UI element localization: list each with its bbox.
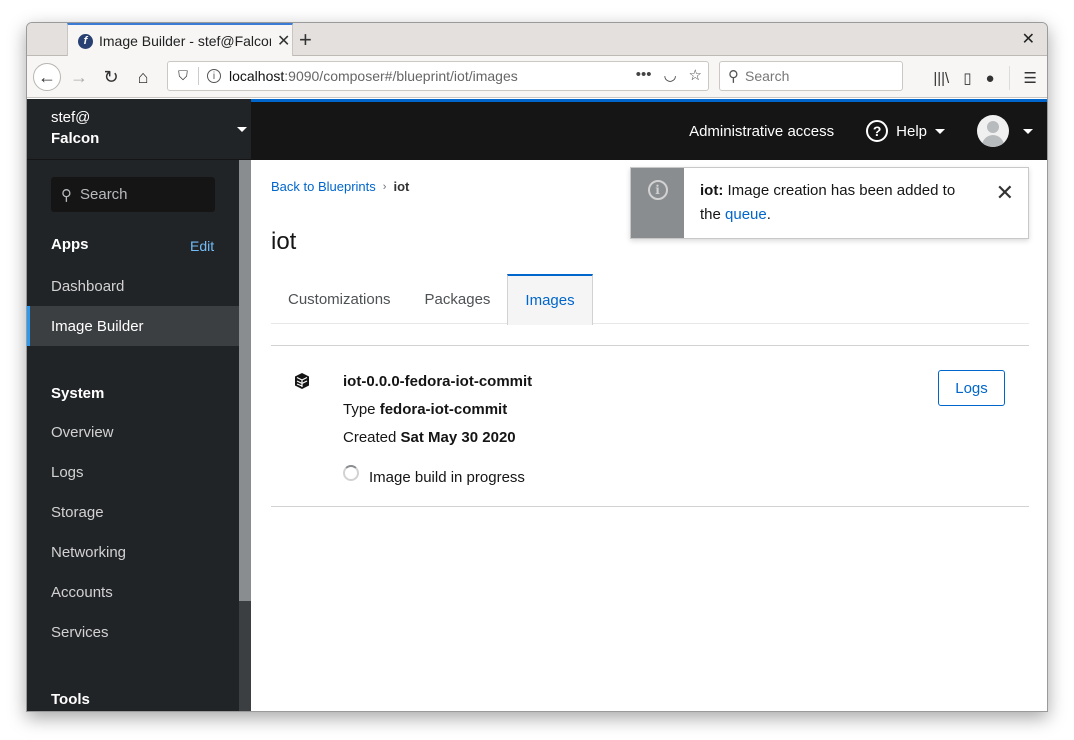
masthead: Administrative access ? Help	[251, 102, 1047, 160]
toast-suffix: .	[766, 206, 771, 223]
breadcrumb: Back to Blueprints › iot	[271, 179, 409, 194]
browser-search-input[interactable]: ⚲ Search	[719, 61, 903, 91]
toast-close-button[interactable]: ✕	[996, 180, 1014, 206]
toast-prefix: iot:	[700, 182, 724, 199]
page-title: iot	[271, 228, 297, 255]
blueprint-tabs: Customizations Packages Images	[271, 274, 1029, 325]
browser-tab[interactable]: f Image Builder - stef@Falcon ✕	[67, 23, 293, 57]
image-type-value: fedora-iot-commit	[379, 401, 508, 418]
url-host: localhost	[229, 68, 285, 84]
sidebar: ⚲ Search Apps Edit Dashboard Image Build…	[27, 160, 239, 711]
url-path: :9090/composer#/blueprint/iot/images	[284, 68, 518, 84]
logs-button[interactable]: Logs	[938, 370, 1005, 406]
sidebar-item-logs[interactable]: Logs	[27, 452, 239, 492]
site-info-icon[interactable]: i	[207, 69, 221, 83]
edit-apps-link[interactable]: Edit	[190, 238, 214, 254]
tools-heading: Tools	[51, 691, 90, 708]
tab-packages[interactable]: Packages	[408, 274, 508, 324]
sidebar-item-image-builder[interactable]: Image Builder	[27, 306, 239, 346]
apps-heading: Apps	[51, 236, 89, 253]
sidebar-scrollbar[interactable]	[239, 160, 251, 711]
library-icon[interactable]: |||\	[933, 70, 949, 87]
sidebar-item-storage[interactable]: Storage	[27, 492, 239, 532]
info-toast: i iot: Image creation has been added to …	[630, 167, 1029, 239]
build-status: Image build in progress	[369, 469, 525, 486]
sidebar-item-networking[interactable]: Networking	[27, 532, 239, 572]
tracking-shield-icon[interactable]: ⛉	[176, 68, 190, 84]
tab-title: Image Builder - stef@Falcon	[99, 33, 271, 49]
image-cube-icon	[295, 373, 309, 389]
browser-window: f Image Builder - stef@Falcon ✕ + ✕ ← → …	[26, 22, 1048, 712]
back-button[interactable]: ←	[33, 63, 61, 91]
administrative-access-button[interactable]: Administrative access	[689, 123, 834, 140]
image-type-label: Type	[343, 401, 376, 418]
image-type: Type fedora-iot-commit	[343, 401, 507, 418]
toast-message: iot: Image creation has been added to th…	[684, 168, 974, 238]
host-user: stef@	[51, 109, 91, 126]
image-created-label: Created	[343, 429, 397, 446]
reload-button[interactable]: ↻	[97, 63, 125, 91]
new-tab-button[interactable]: +	[299, 27, 312, 53]
account-icon[interactable]: ●	[985, 70, 994, 87]
toolbar-divider	[1008, 66, 1010, 90]
image-name: iot-0.0.0-fedora-iot-commit	[343, 373, 533, 390]
pocket-icon[interactable]: ◡	[663, 66, 676, 84]
sidebar-item-overview[interactable]: Overview	[27, 412, 239, 452]
search-icon: ⚲	[728, 68, 739, 85]
sidebar-toggle-icon[interactable]: ▯	[963, 69, 971, 87]
sidebar-search-placeholder: Search	[80, 186, 128, 203]
tab-customizations[interactable]: Customizations	[271, 274, 408, 324]
bookmark-star-icon[interactable]: ☆	[689, 66, 702, 84]
hamburger-menu-icon[interactable]: ☰	[1024, 69, 1037, 87]
breadcrumb-separator-icon: ›	[382, 180, 387, 193]
help-menu-button[interactable]: ? Help	[866, 120, 945, 142]
search-placeholder: Search	[745, 68, 790, 84]
back-to-blueprints-link[interactable]: Back to Blueprints	[271, 179, 376, 194]
image-created: Created Sat May 30 2020	[343, 429, 516, 446]
image-created-value: Sat May 30 2020	[400, 429, 516, 446]
tab-close-icon[interactable]: ✕	[277, 31, 290, 51]
avatar	[977, 115, 1009, 147]
host-switcher[interactable]: stef@ Falcon	[27, 99, 251, 160]
url-separator	[198, 67, 199, 85]
tab-strip: f Image Builder - stef@Falcon ✕ + ✕	[27, 23, 1047, 57]
info-icon: i	[647, 180, 668, 200]
chevron-down-icon	[935, 128, 945, 134]
sidebar-item-services[interactable]: Services	[27, 612, 239, 652]
page-actions-icon[interactable]: •••	[636, 66, 652, 84]
home-button[interactable]: ⌂	[129, 63, 157, 91]
chevron-down-icon	[237, 127, 247, 132]
image-list-item: iot-0.0.0-fedora-iot-commit Type fedora-…	[271, 345, 1029, 507]
cockpit-app: stef@ Falcon Administrative access ? Hel…	[27, 99, 1047, 711]
url-bar[interactable]: ⛉ i localhost:9090/composer#/blueprint/i…	[167, 61, 709, 91]
forward-button[interactable]: →	[65, 63, 93, 91]
search-icon: ⚲	[61, 186, 72, 204]
window-close-button[interactable]: ✕	[1022, 29, 1035, 49]
main-content: Back to Blueprints › iot iot Customizati…	[251, 160, 1047, 711]
sidebar-scrollbar-thumb[interactable]	[239, 160, 251, 601]
chevron-down-icon	[1023, 128, 1033, 134]
host-name: Falcon	[51, 130, 100, 147]
sidebar-item-accounts[interactable]: Accounts	[27, 572, 239, 612]
queue-link[interactable]: queue	[725, 206, 767, 223]
sidebar-item-dashboard[interactable]: Dashboard	[27, 266, 239, 306]
spinner-icon	[343, 465, 359, 481]
help-label: Help	[896, 122, 927, 140]
user-menu-button[interactable]	[977, 115, 1033, 147]
breadcrumb-current: iot	[393, 179, 410, 194]
help-icon: ?	[866, 120, 889, 142]
toast-icon-bar: i	[631, 168, 684, 238]
navigation-bar: ← → ↻ ⌂ ⛉ i localhost:9090/composer#/blu…	[27, 56, 1047, 98]
system-heading: System	[51, 385, 105, 402]
fedora-favicon-icon: f	[78, 33, 93, 49]
sidebar-search-input[interactable]: ⚲ Search	[51, 177, 215, 212]
tab-images[interactable]: Images	[507, 274, 593, 325]
